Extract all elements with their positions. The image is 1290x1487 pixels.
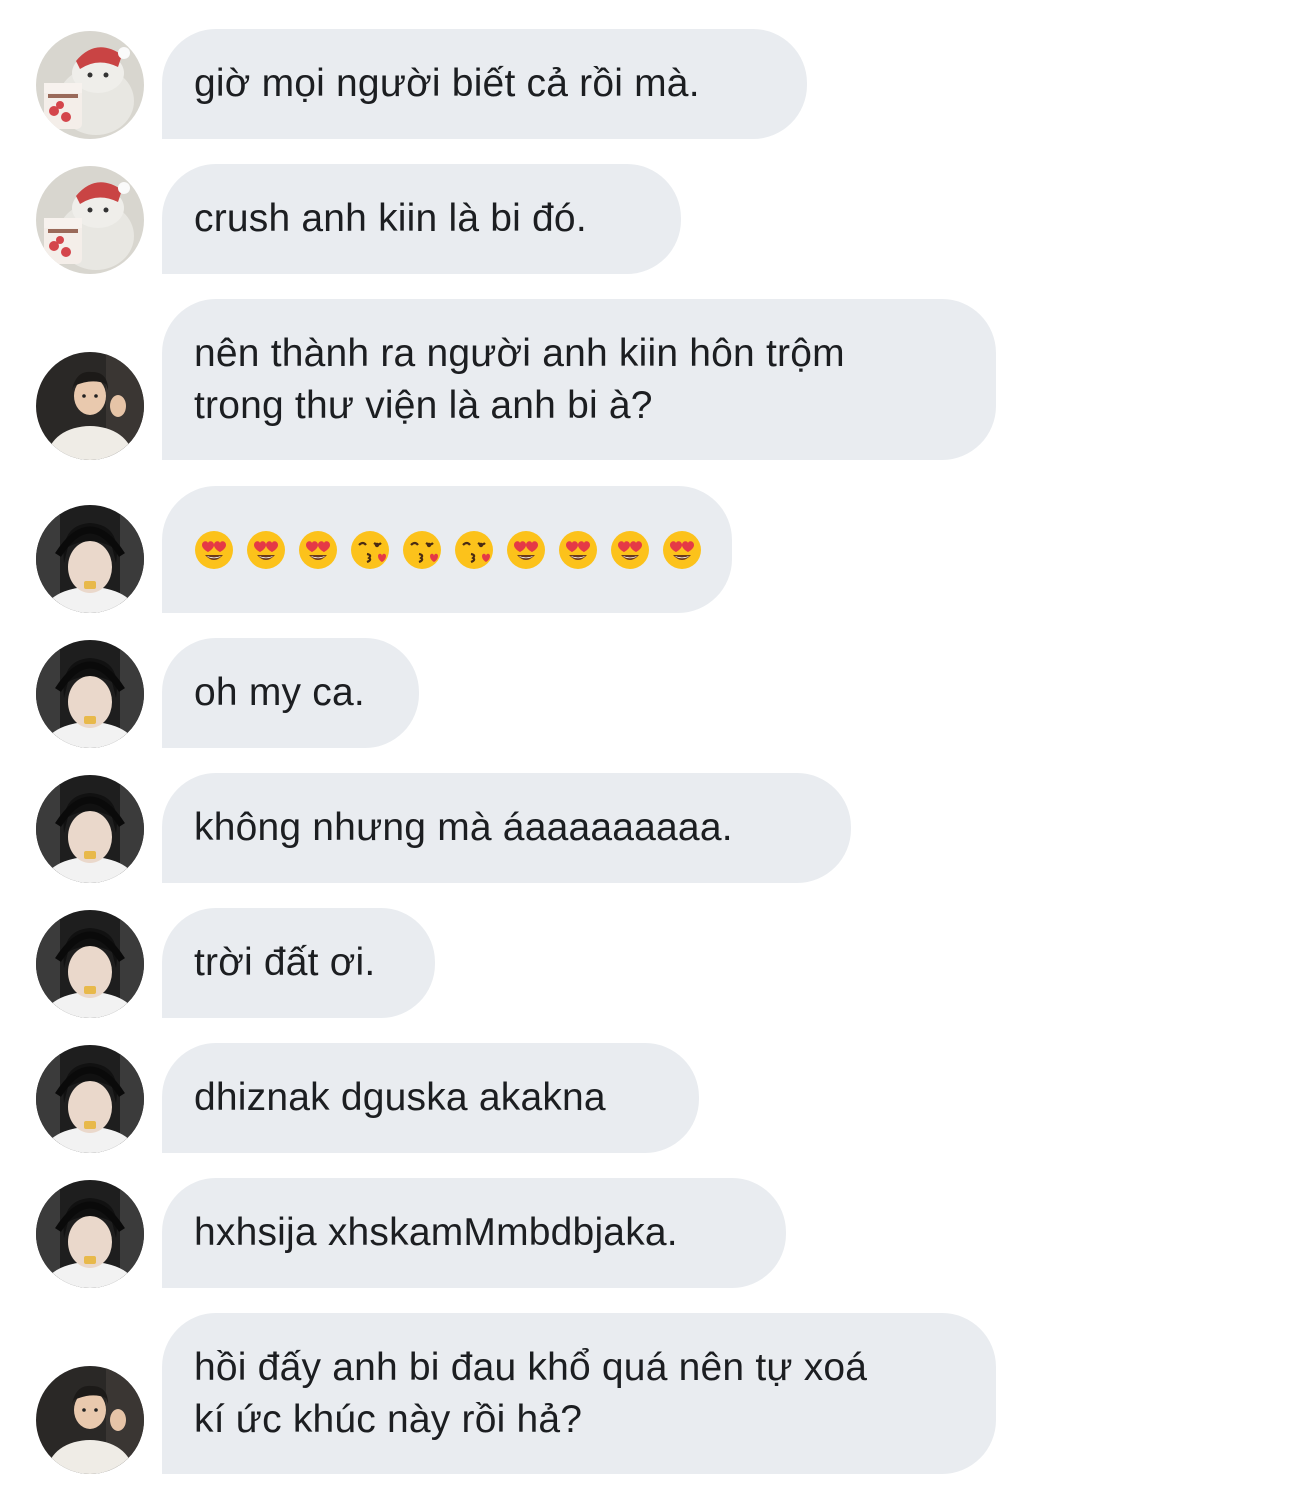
boy-avatar[interactable]	[36, 1045, 144, 1153]
kiss-heart-emoji	[402, 530, 442, 570]
message-text: hồi đấy anh bi đau khổ quá nên tự xoá	[194, 1345, 868, 1389]
message-text: trong thư viện là anh bi à?	[194, 383, 653, 427]
heart-eyes-emoji	[506, 530, 546, 570]
kiss-heart-emoji	[454, 530, 494, 570]
message-bubble[interactable]: nên thành ra người anh kiin hôn trộm tro…	[162, 299, 996, 460]
heart-eyes-emoji	[298, 530, 338, 570]
boy-avatar[interactable]	[36, 910, 144, 1018]
message-bubble[interactable]: giờ mọi người biết cả rồi mà.	[162, 29, 807, 139]
message-bubble[interactable]	[162, 486, 732, 613]
boy-avatar[interactable]	[36, 775, 144, 883]
heart-eyes-emoji	[194, 530, 234, 570]
boy-avatar[interactable]	[36, 505, 144, 613]
heart-eyes-emoji	[558, 530, 598, 570]
heart-eyes-emoji	[662, 530, 702, 570]
kiss-heart-emoji	[350, 530, 390, 570]
boy-avatar[interactable]	[36, 1180, 144, 1288]
boy-avatar[interactable]	[36, 640, 144, 748]
heart-eyes-emoji	[610, 530, 650, 570]
message-text: trời đất ơi.	[194, 941, 376, 984]
bear-avatar[interactable]	[36, 31, 144, 139]
message-text: giờ mọi người biết cả rồi mà.	[194, 62, 700, 105]
message-bubble[interactable]: dhiznak dguska akakna	[162, 1043, 699, 1153]
message-text: crush anh kiin là bi đó.	[194, 197, 587, 240]
message-bubble[interactable]: oh my ca.	[162, 638, 419, 748]
emoji-line	[194, 530, 702, 570]
message-bubble[interactable]: hxhsija xhskamMmbdbjaka.	[162, 1178, 786, 1288]
message-text: hxhsija xhskamMmbdbjaka.	[194, 1211, 678, 1254]
message-bubble[interactable]: hồi đấy anh bi đau khổ quá nên tự xoá kí…	[162, 1313, 996, 1474]
heart-eyes-emoji	[246, 530, 286, 570]
message-bubble[interactable]: crush anh kiin là bi đó.	[162, 164, 681, 274]
man-avatar[interactable]	[36, 1366, 144, 1474]
message-bubble[interactable]: trời đất ơi.	[162, 908, 435, 1018]
man-avatar[interactable]	[36, 352, 144, 460]
message-text: oh my ca.	[194, 671, 365, 714]
message-text: dhiznak dguska akakna	[194, 1076, 606, 1119]
message-text: kí ức khúc này rồi hả?	[194, 1397, 583, 1441]
bear-avatar[interactable]	[36, 166, 144, 274]
message-bubble[interactable]: không nhưng mà áaaaaaaaaa.	[162, 773, 851, 883]
message-text: nên thành ra người anh kiin hôn trộm	[194, 331, 845, 375]
message-text: không nhưng mà áaaaaaaaaa.	[194, 806, 733, 849]
